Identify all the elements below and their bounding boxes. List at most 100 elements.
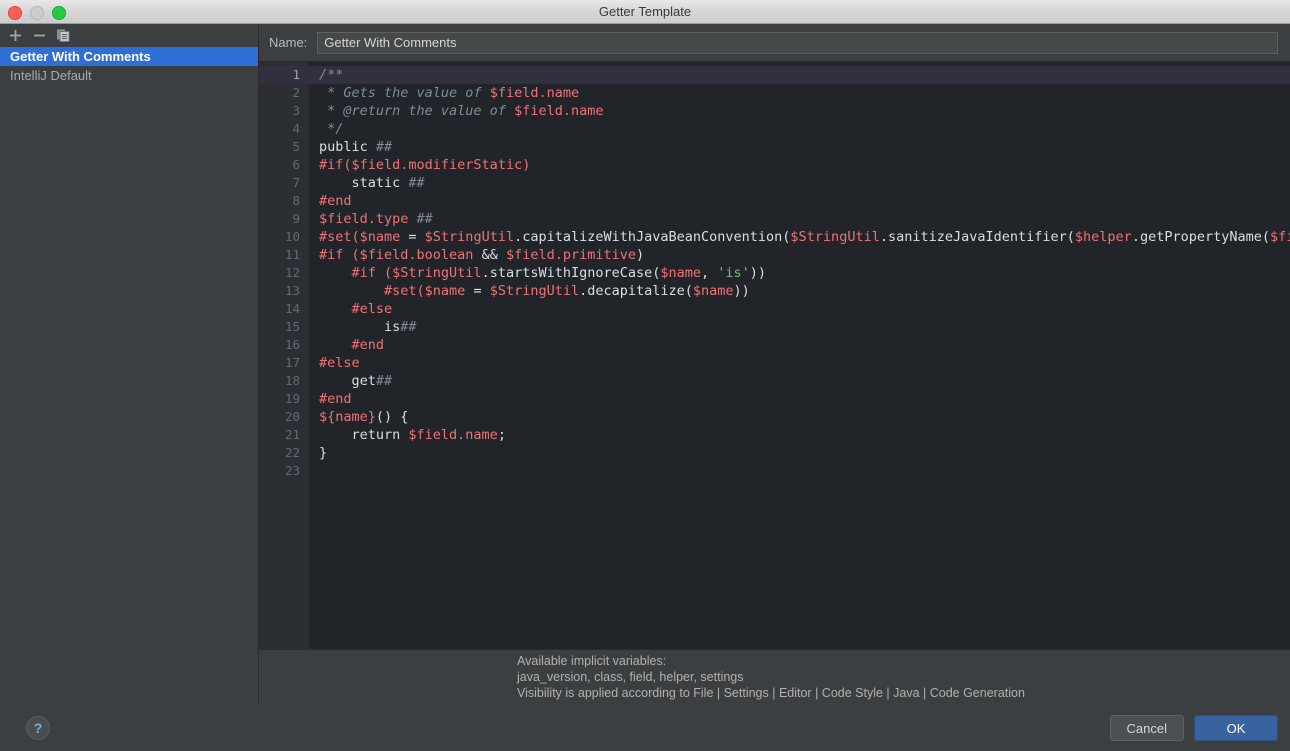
copy-icon — [56, 29, 69, 42]
code-token: static — [319, 175, 409, 191]
code-line[interactable]: */ — [309, 120, 1290, 138]
sidebar-toolbar — [0, 24, 258, 46]
help-line: java_version, class, field, helper, sett… — [517, 670, 744, 684]
line-number: 23 — [284, 463, 300, 478]
code-line[interactable]: #end — [309, 390, 1290, 408]
code-line[interactable]: * @return the value of $field.name — [309, 102, 1290, 120]
dialog-body: Getter With Comments IntelliJ Default Na… — [0, 24, 1290, 705]
code-line[interactable]: $field.type ## — [309, 210, 1290, 228]
code-line[interactable]: #set($name = $StringUtil.decapitalize($n… — [309, 282, 1290, 300]
code-token: return — [319, 427, 409, 443]
code-token: () { — [375, 409, 409, 425]
code-token: .startsWithIgnoreCase( — [481, 265, 661, 281]
line-number: 17 — [284, 355, 300, 370]
line-number: 6 — [292, 157, 300, 172]
code-token: #end — [319, 193, 352, 209]
code-token: $field.modifierStatic — [351, 157, 523, 173]
close-button[interactable] — [8, 6, 22, 20]
code-line[interactable]: ${name}() { — [309, 408, 1290, 426]
help-button[interactable]: ? — [26, 716, 50, 740]
code-token: ## — [416, 211, 433, 227]
template-list[interactable]: Getter With Comments IntelliJ Default — [0, 46, 258, 705]
code-token: , — [701, 265, 718, 281]
code-line[interactable]: #if ($StringUtil.startsWithIgnoreCase($n… — [309, 264, 1290, 282]
code-token: public — [319, 139, 376, 155]
code-token: #if( — [319, 157, 352, 173]
line-number: 9 — [292, 211, 300, 226]
code-token: #end — [351, 337, 385, 353]
name-row: Name: — [259, 24, 1290, 61]
code-line[interactable]: #if($field.modifierStatic) — [309, 156, 1290, 174]
line-number: 1 — [259, 66, 309, 84]
line-number: 8 — [292, 193, 300, 208]
window-titlebar: Getter Template — [0, 0, 1290, 24]
line-number: 21 — [284, 427, 300, 442]
code-line[interactable]: get## — [309, 372, 1290, 390]
help-line: Visibility is applied according to File … — [517, 686, 1025, 700]
code-token: $name — [359, 229, 401, 245]
code-token: $StringUtil — [489, 283, 580, 299]
code-token: #set( — [384, 283, 425, 299]
line-number: 13 — [284, 283, 300, 298]
code-token: .sanitizeJavaIdentifier( — [879, 229, 1075, 245]
cancel-button[interactable]: Cancel — [1109, 715, 1184, 741]
line-number: 11 — [284, 247, 300, 262]
code-token: $name — [692, 283, 734, 299]
code-line[interactable]: #else — [309, 300, 1290, 318]
code-token: /** — [319, 67, 344, 83]
code-token: 'is' — [717, 265, 750, 281]
code-token: $name — [424, 283, 466, 299]
code-line[interactable]: #if ($field.boolean && $field.primitive) — [309, 246, 1290, 264]
line-number: 14 — [284, 301, 300, 316]
plus-icon — [9, 29, 21, 41]
code-line[interactable]: return $field.name; — [309, 426, 1290, 444]
help-line: Available implicit variables: — [517, 654, 667, 668]
maximize-button[interactable] — [52, 6, 66, 20]
line-number: 18 — [284, 373, 300, 388]
code-line[interactable]: static ## — [309, 174, 1290, 192]
code-line[interactable]: #else — [309, 354, 1290, 372]
editor-code-area[interactable]: /** * Gets the value of $field.name * @r… — [309, 62, 1290, 649]
code-token: } — [319, 445, 328, 461]
code-line[interactable] — [309, 462, 1290, 480]
code-editor[interactable]: 1 2 3 4 5 6 7 8 9 10 11 12 13 14 15 16 17 18 19 20 21 22 23 /*… — [259, 61, 1290, 649]
code-line[interactable]: #end — [309, 192, 1290, 210]
code-token: = — [400, 229, 425, 245]
add-button[interactable] — [4, 25, 26, 45]
list-item[interactable]: IntelliJ Default — [0, 66, 258, 85]
code-token: $StringUtil — [790, 229, 880, 245]
editor-gutter: 1 2 3 4 5 6 7 8 9 10 11 12 13 14 15 16 17 18 19 20 21 22 23 — [259, 62, 309, 649]
implicit-variables-help: Available implicit variables: java_versi… — [259, 649, 1290, 705]
ok-button[interactable]: OK — [1194, 715, 1278, 741]
code-token: )) — [733, 283, 750, 299]
line-number: 5 — [292, 139, 300, 154]
code-line[interactable]: public ## — [309, 138, 1290, 156]
code-token: .getPropertyName( — [1131, 229, 1270, 245]
code-line[interactable]: #end — [309, 336, 1290, 354]
code-token: ) — [636, 247, 645, 263]
code-token: $StringUtil — [424, 229, 515, 245]
copy-button[interactable] — [52, 25, 74, 45]
code-line[interactable]: * Gets the value of $field.name — [309, 84, 1290, 102]
code-line[interactable]: is## — [309, 318, 1290, 336]
code-line[interactable]: /** — [309, 66, 1290, 84]
minimize-button[interactable] — [30, 6, 44, 20]
line-number: 12 — [284, 265, 300, 280]
remove-button[interactable] — [28, 25, 50, 45]
code-token: $StringUtil — [392, 265, 482, 281]
code-token: $field.name — [489, 85, 580, 101]
code-token: #if ( — [351, 265, 393, 281]
list-item[interactable]: Getter With Comments — [0, 47, 258, 66]
code-token: $helper — [1074, 229, 1132, 245]
window-controls — [8, 6, 66, 20]
line-number: 16 — [284, 337, 300, 352]
code-token: #set( — [319, 229, 360, 245]
code-token: )) — [749, 265, 767, 281]
code-line[interactable]: #set($name = $StringUtil.capitalizeWithJ… — [309, 228, 1290, 246]
code-token: $field.name — [514, 103, 604, 119]
name-input[interactable] — [317, 31, 1278, 54]
code-line[interactable]: } — [309, 444, 1290, 462]
